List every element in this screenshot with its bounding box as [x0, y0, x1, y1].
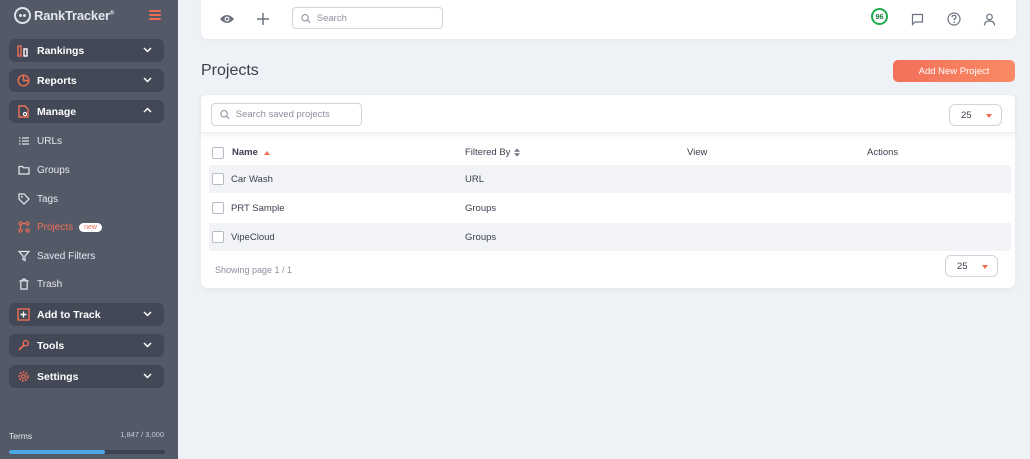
- score-badge[interactable]: 96: [871, 8, 888, 25]
- per-page-value: 25: [961, 109, 972, 121]
- sidebar: RankTracker® Rankings Reports Manage URL…: [0, 0, 178, 459]
- trash-icon: [18, 278, 30, 290]
- menu-toggle-icon[interactable]: [149, 10, 161, 20]
- table-row: Car Wash URL: [209, 165, 1011, 193]
- add-new-project-button[interactable]: Add New Project: [893, 60, 1015, 82]
- help-icon[interactable]: [946, 11, 962, 27]
- wrench-icon: [17, 339, 30, 352]
- nav-section-reports[interactable]: Reports: [9, 69, 164, 92]
- plus-box-icon: [17, 308, 30, 321]
- search-icon: [301, 13, 311, 23]
- projects-icon: [18, 221, 30, 233]
- sidebar-item-urls[interactable]: URLs: [18, 135, 62, 147]
- nav-section-tools[interactable]: Tools: [9, 334, 164, 357]
- sort-icon: [514, 148, 521, 157]
- nav-section-label: Tools: [37, 339, 65, 352]
- global-search[interactable]: [292, 7, 443, 29]
- column-header-label: Name: [232, 147, 258, 158]
- terms-count: 1,847 / 3,000: [120, 430, 164, 439]
- row-checkbox[interactable]: [212, 231, 224, 243]
- column-header-actions: Actions: [867, 147, 898, 158]
- nav-section-settings[interactable]: Settings: [9, 365, 164, 388]
- chevron-down-icon: [143, 373, 152, 379]
- folder-icon: [18, 164, 30, 176]
- pagination-status: Showing page 1 / 1: [215, 265, 293, 275]
- page-title: Projects: [201, 62, 259, 79]
- sidebar-item-tags[interactable]: Tags: [18, 193, 58, 205]
- sidebar-item-trash[interactable]: Trash: [18, 278, 62, 290]
- sidebar-item-groups[interactable]: Groups: [18, 164, 70, 176]
- nav-section-label: Rankings: [37, 44, 85, 57]
- message-icon[interactable]: [909, 11, 925, 27]
- filter-icon: [18, 250, 30, 262]
- column-header-name[interactable]: Name: [232, 147, 270, 158]
- column-header-filtered-by[interactable]: Filtered By: [465, 147, 521, 158]
- nav-section-label: Manage: [37, 105, 77, 118]
- terms-progress-bar: [9, 450, 165, 454]
- tag-icon: [18, 193, 30, 205]
- sidebar-item-label: Trash: [37, 278, 63, 290]
- pie-chart-icon: [17, 74, 30, 87]
- user-icon[interactable]: [981, 11, 997, 27]
- chevron-up-icon: [143, 107, 152, 113]
- column-header-label: View: [687, 147, 708, 158]
- project-name[interactable]: Car Wash: [231, 174, 273, 185]
- chevron-down-icon: [143, 77, 152, 83]
- plus-icon[interactable]: [255, 11, 271, 27]
- chevron-down-icon: [143, 47, 152, 53]
- project-filtered-by: Groups: [465, 232, 497, 243]
- logo-text: RankTracker®: [34, 8, 115, 23]
- per-page-value: 25: [957, 260, 968, 272]
- nav-section-label: Reports: [37, 74, 77, 87]
- sidebar-item-label: URLs: [37, 135, 63, 147]
- eye-icon[interactable]: [219, 11, 235, 27]
- list-icon: [18, 135, 30, 147]
- nav-section-label: Add to Track: [37, 308, 101, 321]
- saved-projects-search[interactable]: [211, 103, 362, 126]
- saved-projects-search-input[interactable]: [235, 109, 361, 120]
- sidebar-item-projects[interactable]: Projects new: [18, 221, 102, 233]
- row-checkbox[interactable]: [212, 173, 224, 185]
- project-filtered-by: Groups: [465, 203, 497, 214]
- file-icon: [17, 105, 30, 118]
- sidebar-item-label: Groups: [37, 164, 70, 176]
- caret-down-icon: [982, 265, 988, 269]
- per-page-select-top[interactable]: 25: [949, 104, 1002, 126]
- terms-label: Terms: [9, 431, 33, 441]
- per-page-select-bottom[interactable]: 25: [945, 255, 998, 277]
- sidebar-item-label: Projects: [37, 221, 74, 233]
- project-name[interactable]: PRT Sample: [231, 203, 285, 214]
- caret-down-icon: [986, 114, 992, 118]
- top-bar: 96: [201, 0, 1016, 39]
- chevron-down-icon: [143, 342, 152, 348]
- chevron-down-icon: [143, 311, 152, 317]
- project-filtered-by: URL: [465, 174, 485, 185]
- search-input[interactable]: [316, 12, 442, 24]
- table-row: PRT Sample Groups: [209, 194, 1011, 222]
- nav-section-manage[interactable]: Manage: [9, 100, 164, 123]
- new-badge: new: [79, 222, 102, 232]
- search-icon: [220, 109, 230, 120]
- select-all-checkbox[interactable]: [212, 147, 224, 159]
- logo-icon: [14, 7, 31, 24]
- column-header-label: Filtered By: [465, 147, 511, 158]
- terms-progress-fill: [9, 450, 106, 454]
- nav-section-label: Settings: [37, 370, 79, 383]
- sidebar-item-saved-filters[interactable]: Saved Filters: [18, 250, 95, 262]
- project-name[interactable]: VipeCloud: [231, 232, 275, 243]
- logo[interactable]: RankTracker®: [14, 7, 114, 24]
- projects-panel: 25 Name Filtered By View Actions Car Was…: [201, 95, 1015, 288]
- panel-toolbar: 25: [201, 95, 1015, 133]
- sidebar-item-label: Tags: [37, 193, 59, 205]
- sidebar-item-label: Saved Filters: [37, 250, 96, 262]
- sort-asc-icon: [263, 151, 270, 155]
- rankings-icon: [17, 44, 30, 57]
- table-row: VipeCloud Groups: [209, 223, 1011, 251]
- nav-section-rankings[interactable]: Rankings: [9, 39, 164, 62]
- row-checkbox[interactable]: [212, 202, 224, 214]
- column-header-label: Actions: [867, 147, 899, 158]
- gear-icon: [17, 370, 30, 383]
- nav-section-add-to-track[interactable]: Add to Track: [9, 303, 164, 326]
- column-header-view: View: [687, 147, 707, 158]
